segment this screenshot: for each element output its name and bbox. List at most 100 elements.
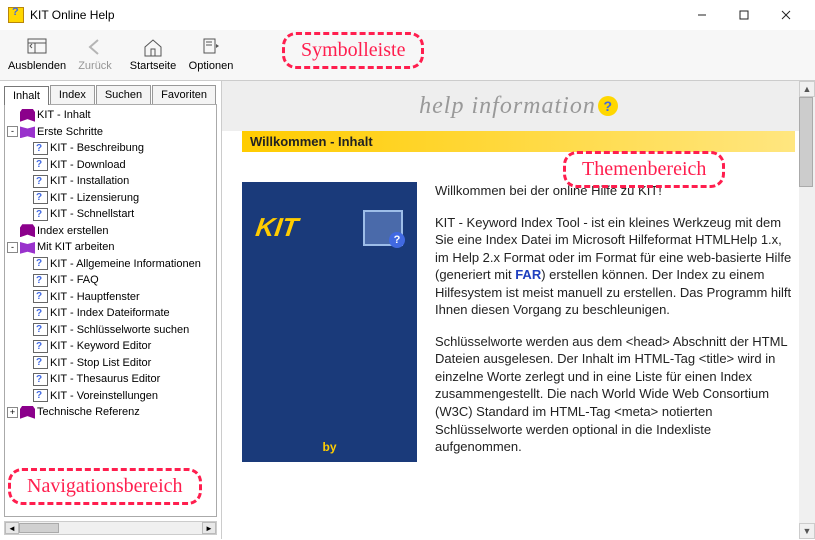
minimize-button[interactable] bbox=[681, 3, 723, 27]
toolbar-optionen-button[interactable]: Optionen bbox=[182, 34, 240, 74]
tree-label: KIT - Schlüsselworte suchen bbox=[50, 322, 189, 339]
tree-label: Erste Schritte bbox=[37, 124, 103, 141]
tree-node[interactable]: KIT - Stop List Editor bbox=[7, 355, 214, 372]
topic-icon bbox=[33, 290, 48, 303]
tree-label: KIT - Lizensierung bbox=[50, 190, 139, 207]
maximize-button[interactable] bbox=[723, 3, 765, 27]
tab-inhalt[interactable]: Inhalt bbox=[4, 86, 49, 105]
scroll-thumb[interactable] bbox=[19, 523, 59, 533]
tree-node[interactable]: KIT - Voreinstellungen bbox=[7, 388, 214, 405]
mini-window-icon bbox=[363, 210, 403, 246]
tree-label: KIT - Installation bbox=[50, 173, 129, 190]
toolbar-ausblenden-button[interactable]: Ausblenden bbox=[8, 34, 66, 74]
scroll-up-icon[interactable]: ▲ bbox=[799, 81, 815, 97]
ausblenden-icon bbox=[26, 36, 48, 58]
scroll-down-icon[interactable]: ▼ bbox=[799, 523, 815, 539]
close-button[interactable] bbox=[765, 3, 807, 27]
collapse-icon[interactable]: - bbox=[7, 242, 18, 253]
toolbar-label: Optionen bbox=[189, 60, 234, 72]
brand-text: help information bbox=[419, 93, 596, 120]
tree-node[interactable]: KIT - Keyword Editor bbox=[7, 338, 214, 355]
toolbar-startseite-button[interactable]: Startseite bbox=[124, 34, 182, 74]
book-icon bbox=[20, 224, 35, 237]
tree-label: KIT - Voreinstellungen bbox=[50, 388, 158, 405]
tree-label: KIT - Inhalt bbox=[37, 107, 91, 124]
scroll-right-icon[interactable]: ► bbox=[202, 522, 216, 534]
horizontal-scrollbar[interactable]: ◄ ► bbox=[4, 521, 217, 535]
book-icon bbox=[20, 109, 35, 122]
topic-icon bbox=[33, 340, 48, 353]
topic-icon bbox=[33, 208, 48, 221]
topic-icon bbox=[33, 158, 48, 171]
tree-label: KIT - Thesaurus Editor bbox=[50, 371, 160, 388]
intro-paragraph: Willkommen bei der online Hilfe zu KIT! bbox=[435, 182, 795, 200]
toolbar-zurueck-button: Zurück bbox=[66, 34, 124, 74]
tree-node[interactable]: - Mit KIT arbeiten bbox=[7, 239, 214, 256]
optionen-icon bbox=[200, 36, 222, 58]
collapse-icon[interactable]: - bbox=[7, 126, 18, 137]
tree-label: KIT - Stop List Editor bbox=[50, 355, 151, 372]
topic-icon bbox=[33, 323, 48, 336]
toolbar-label: Zurück bbox=[78, 60, 112, 72]
tree-node[interactable]: KIT - Thesaurus Editor bbox=[7, 371, 214, 388]
paragraph-2: Schlüsselworte werden aus dem <head> Abs… bbox=[435, 333, 795, 456]
tree-node[interactable]: KIT - Download bbox=[7, 157, 214, 174]
tree-node[interactable]: KIT - Inhalt bbox=[7, 107, 214, 124]
topic-icon bbox=[33, 257, 48, 270]
tree-node[interactable]: KIT - Beschreibung bbox=[7, 140, 214, 157]
tree-node[interactable]: + Technische Referenz bbox=[7, 404, 214, 421]
tree-label: KIT - Keyword Editor bbox=[50, 338, 151, 355]
tree-node[interactable]: Index erstellen bbox=[7, 223, 214, 240]
tab-index[interactable]: Index bbox=[50, 85, 95, 104]
tree-view[interactable]: KIT - Inhalt - Erste SchritteKIT - Beschre… bbox=[4, 104, 217, 517]
topic-icon bbox=[33, 307, 48, 320]
expand-icon[interactable]: + bbox=[7, 407, 18, 418]
tree-node[interactable]: KIT - Hauptfenster bbox=[7, 289, 214, 306]
question-icon: ? bbox=[598, 96, 618, 116]
welcome-bar: Willkommen - Inhalt bbox=[242, 131, 795, 152]
tab-favoriten[interactable]: Favoriten bbox=[152, 85, 216, 104]
tree-node[interactable]: KIT - Installation bbox=[7, 173, 214, 190]
topic-icon bbox=[33, 191, 48, 204]
tree-label: KIT - Beschreibung bbox=[50, 140, 144, 157]
brand-header: help information ? bbox=[222, 81, 815, 131]
book-icon bbox=[20, 125, 35, 138]
tree-label: KIT - FAQ bbox=[50, 272, 99, 289]
paragraph-1: KIT - Keyword Index Tool - ist ein klein… bbox=[435, 214, 795, 319]
vertical-scrollbar[interactable]: ▲ ▼ bbox=[799, 81, 815, 539]
by-text: by bbox=[242, 440, 417, 454]
tree-label: Mit KIT arbeiten bbox=[37, 239, 114, 256]
tree-node[interactable]: KIT - Schlüsselworte suchen bbox=[7, 322, 214, 339]
tree-label: Index erstellen bbox=[37, 223, 109, 240]
vscroll-thumb[interactable] bbox=[799, 97, 813, 187]
app-icon bbox=[8, 7, 24, 23]
content-body: Willkommen - Inhalt KIT by Willkommen be… bbox=[222, 131, 815, 539]
topic-icon bbox=[33, 373, 48, 386]
book-icon bbox=[20, 241, 35, 254]
tree-node[interactable]: KIT - Allgemeine Informationen bbox=[7, 256, 214, 273]
far-link[interactable]: FAR bbox=[515, 267, 541, 282]
tree-node[interactable]: KIT - Index Dateiformate bbox=[7, 305, 214, 322]
tree-node[interactable]: - Erste Schritte bbox=[7, 124, 214, 141]
tree-label: Technische Referenz bbox=[37, 404, 140, 421]
tree-node[interactable]: KIT - Lizensierung bbox=[7, 190, 214, 207]
toolbar-label: Startseite bbox=[130, 60, 176, 72]
tree-label: KIT - Index Dateiformate bbox=[50, 305, 170, 322]
tab-suchen[interactable]: Suchen bbox=[96, 85, 151, 104]
navigation-pane: InhaltIndexSuchenFavoriten KIT - Inhalt-… bbox=[0, 81, 222, 539]
tree-label: KIT - Download bbox=[50, 157, 126, 174]
content-pane: help information ? Willkommen - Inhalt K… bbox=[222, 81, 815, 539]
tree-node[interactable]: KIT - FAQ bbox=[7, 272, 214, 289]
toolbar-label: Ausblenden bbox=[8, 60, 66, 72]
tree-label: KIT - Schnellstart bbox=[50, 206, 134, 223]
zurueck-icon bbox=[84, 36, 106, 58]
toolbar: Ausblenden Zurück Startseite Optionen bbox=[0, 30, 815, 81]
book-icon bbox=[20, 406, 35, 419]
tree-label: KIT - Hauptfenster bbox=[50, 289, 140, 306]
topic-icon bbox=[33, 356, 48, 369]
tree-node[interactable]: KIT - Schnellstart bbox=[7, 206, 214, 223]
scroll-left-icon[interactable]: ◄ bbox=[5, 522, 19, 534]
window-title: KIT Online Help bbox=[30, 8, 681, 22]
nav-tabs: InhaltIndexSuchenFavoriten bbox=[0, 81, 221, 104]
side-logo-image: KIT by bbox=[242, 182, 417, 462]
